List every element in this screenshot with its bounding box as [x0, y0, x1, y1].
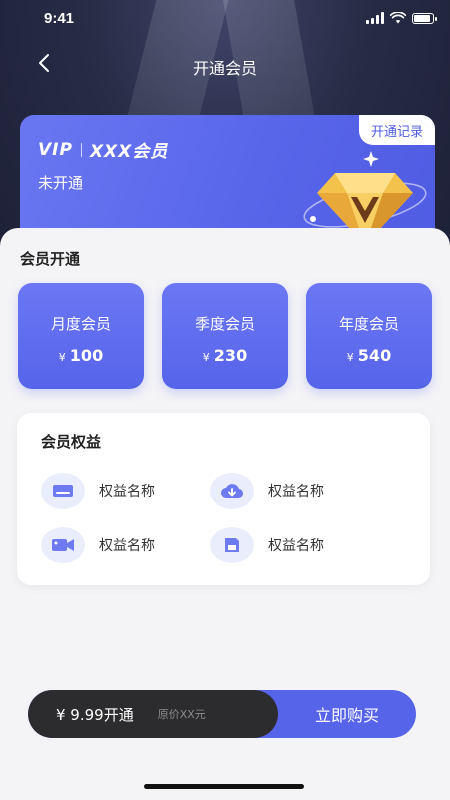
plan-name: 年度会员: [338, 315, 399, 333]
plan-name: 月度会员: [50, 315, 111, 333]
benefit-item[interactable]: 权益名称: [210, 473, 324, 509]
plan-card-monthly[interactable]: 月度会员 ¥100: [18, 283, 144, 389]
benefit-label: 权益名称: [99, 484, 155, 500]
video-camera-icon: [41, 527, 85, 563]
plan-price: ¥540: [306, 346, 432, 365]
cloud-download-icon: [210, 473, 254, 509]
purchase-bar: ¥ 9.99开通 原价XX元 立即购买: [28, 690, 416, 738]
currency-symbol: ¥: [202, 351, 210, 364]
benefits-title: 会员权益: [41, 433, 102, 451]
plans-section-title: 会员开通: [20, 250, 81, 268]
benefit-label: 权益名称: [99, 538, 155, 554]
plan-name: 季度会员: [194, 315, 255, 333]
nav-bar: 开通会员: [0, 45, 450, 85]
wifi-icon: [390, 12, 406, 24]
benefit-label: 权益名称: [268, 538, 324, 554]
original-price: 原价XX元: [157, 708, 206, 721]
benefit-item[interactable]: 权益名称: [41, 473, 155, 509]
benefit-label: 权益名称: [268, 484, 324, 500]
record-button[interactable]: 开通记录: [358, 115, 435, 145]
drive-icon: [41, 473, 85, 509]
buy-now-button[interactable]: 立即购买: [278, 690, 416, 738]
plan-card-quarterly[interactable]: 季度会员 ¥230: [162, 283, 288, 389]
status-bar: 9:41: [0, 0, 450, 40]
plan-price-value: 540: [357, 346, 392, 365]
plan-price: ¥230: [162, 346, 288, 365]
plan-price-value: 100: [69, 346, 104, 365]
price-summary: ¥ 9.99开通 原价XX元: [28, 690, 278, 738]
vip-divider: [80, 142, 82, 157]
home-indicator: [144, 784, 304, 789]
save-disk-icon: [210, 527, 254, 563]
battery-icon: [412, 12, 437, 24]
signal-icon: [366, 12, 384, 24]
membership-status: 未开通: [38, 174, 84, 192]
currency-symbol: ¥: [58, 351, 66, 364]
status-time: 9:41: [44, 10, 75, 27]
status-icons: [366, 12, 437, 24]
plan-price-value: 230: [213, 346, 248, 365]
plan-price: ¥100: [18, 346, 144, 365]
purchase-price: ¥ 9.99开通: [56, 705, 134, 724]
vip-brand: XXX会员: [89, 142, 169, 162]
plan-list: 月度会员 ¥100 季度会员 ¥230 年度会员 ¥540: [18, 283, 434, 393]
plan-card-yearly[interactable]: 年度会员 ¥540: [306, 283, 432, 389]
currency-symbol: ¥: [346, 351, 354, 364]
vip-logo: VIP XXX会员: [38, 137, 169, 163]
page-title: 开通会员: [192, 59, 257, 78]
benefits-card: 会员权益 权益名称 权益名称 权益名称 权益名称: [17, 413, 430, 585]
vip-logo-text: VIP: [38, 139, 73, 160]
benefit-item[interactable]: 权益名称: [210, 527, 324, 563]
benefit-item[interactable]: 权益名称: [41, 527, 155, 563]
